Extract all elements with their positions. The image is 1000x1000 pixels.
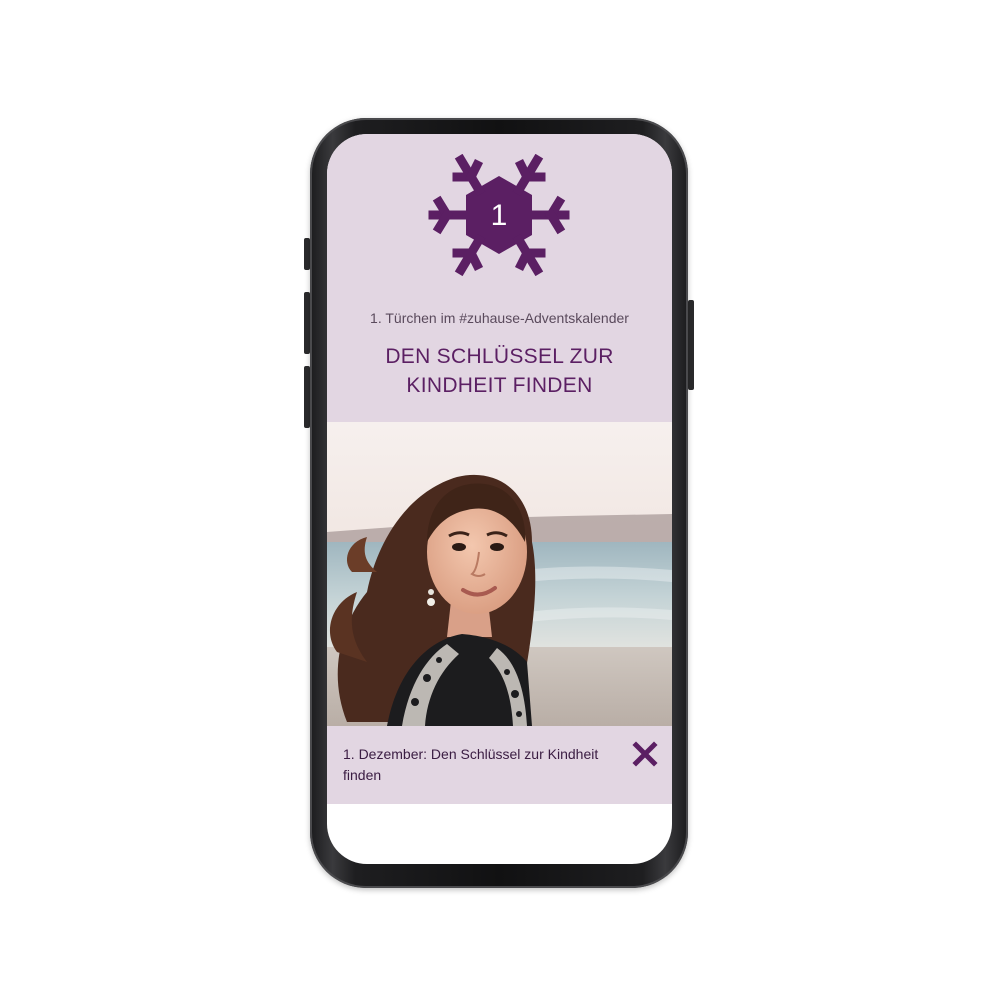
- title-line-1: DEN SCHLÜSSEL ZUR: [385, 345, 614, 368]
- close-button[interactable]: [631, 740, 659, 768]
- door-number: 1: [490, 199, 508, 232]
- phone-screen: 1 1. Türchen im #zuhause-Adventskalender…: [327, 134, 672, 864]
- page-title: DEN SCHLÜSSEL ZUR KINDHEIT FINDEN: [347, 342, 652, 400]
- hero-photo: [327, 422, 672, 726]
- stage: 1 1. Türchen im #zuhause-Adventskalender…: [0, 0, 1000, 1000]
- portrait-image: [327, 422, 672, 726]
- power-button: [688, 300, 694, 390]
- calendar-header: 1 1. Türchen im #zuhause-Adventskalender…: [327, 134, 672, 422]
- calendar-subtitle: 1. Türchen im #zuhause-Adventskalender: [370, 310, 629, 326]
- caption-text: 1. Dezember: Den Schlüssel zur Kindheit …: [343, 746, 599, 783]
- close-icon: [632, 741, 658, 767]
- caption-bar: 1. Dezember: Den Schlüssel zur Kindheit …: [327, 726, 672, 804]
- title-line-2: KINDHEIT FINDEN: [406, 374, 593, 397]
